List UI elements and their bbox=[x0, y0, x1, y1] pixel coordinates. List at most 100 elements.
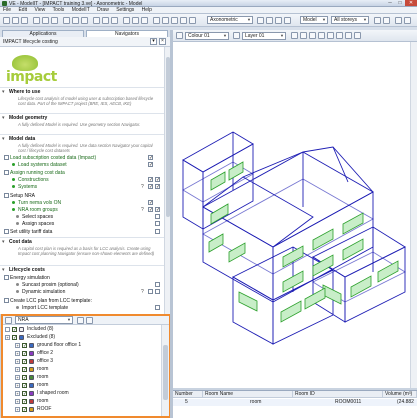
collapse-icon[interactable]: ▾ bbox=[2, 89, 5, 95]
expand-icon[interactable] bbox=[5, 327, 10, 332]
status-checkbox[interactable]: ✓ bbox=[155, 207, 160, 213]
tree-checkbox[interactable]: ✓ bbox=[22, 359, 27, 365]
expand-icon[interactable]: + bbox=[15, 359, 20, 364]
link-load-systems[interactable]: Load systems dataset bbox=[12, 162, 67, 168]
col-number-header[interactable]: Number bbox=[173, 391, 203, 398]
help-icon[interactable]: ? bbox=[141, 207, 144, 213]
up-storey-icon[interactable] bbox=[374, 17, 381, 24]
print-icon[interactable] bbox=[33, 17, 40, 24]
refresh-icon[interactable] bbox=[257, 17, 264, 24]
link-constructions[interactable]: Constructions bbox=[12, 177, 49, 183]
tree-checkbox[interactable]: ✓ bbox=[12, 327, 17, 333]
status-checkbox[interactable]: ✓ bbox=[148, 184, 153, 190]
step-checkbox[interactable] bbox=[4, 298, 9, 303]
redo-icon[interactable] bbox=[51, 17, 58, 24]
nra-tree-scrollbar[interactable] bbox=[161, 325, 169, 416]
view-combo[interactable]: Axonometric ▼ bbox=[207, 16, 253, 24]
tree-row[interactable]: + ✓ office 3 bbox=[3, 358, 159, 365]
save-icon[interactable] bbox=[21, 17, 28, 24]
shade-icon[interactable] bbox=[275, 17, 282, 24]
item-assign-spaces[interactable]: Assign spaces bbox=[16, 221, 54, 227]
ortho-icon[interactable] bbox=[309, 32, 316, 39]
open-icon[interactable] bbox=[12, 17, 19, 24]
component-icon[interactable] bbox=[111, 17, 118, 24]
menu-file[interactable]: File bbox=[0, 7, 14, 14]
render-icon[interactable] bbox=[123, 17, 130, 24]
status-checkbox[interactable]: ✓ bbox=[148, 162, 153, 168]
step-utility-tariff[interactable]: Set utility tariff data bbox=[4, 229, 52, 235]
tree-row[interactable]: + ✓ l shaped room bbox=[3, 390, 159, 397]
storey-icon[interactable] bbox=[102, 17, 109, 24]
status-checkbox[interactable] bbox=[155, 282, 160, 287]
room-icon[interactable] bbox=[93, 17, 100, 24]
expand-icon[interactable]: + bbox=[15, 375, 20, 380]
select-icon[interactable] bbox=[63, 17, 70, 24]
zoom-icon[interactable] bbox=[72, 17, 79, 24]
tree-checkbox[interactable]: ✓ bbox=[22, 351, 27, 357]
status-checkbox[interactable] bbox=[155, 214, 160, 219]
collapse-icon[interactable]: ▾ bbox=[2, 115, 5, 121]
expand-icon[interactable]: + bbox=[15, 399, 20, 404]
step-create-lcc[interactable]: Create LCC plan from LCC template: bbox=[4, 298, 92, 304]
col-volume-header[interactable]: Volume (m³) bbox=[383, 391, 417, 398]
rotate-icon[interactable] bbox=[162, 17, 169, 24]
tree-checkbox[interactable]: ✓ bbox=[22, 391, 27, 397]
item-suncast[interactable]: Suncast prosim (optional) bbox=[16, 282, 79, 288]
close-button[interactable]: ✕ bbox=[405, 0, 417, 6]
step-energy-sim[interactable]: Energy simulation bbox=[4, 275, 50, 281]
axis-icon[interactable] bbox=[153, 17, 160, 24]
hatch-icon[interactable] bbox=[345, 32, 352, 39]
step-checkbox[interactable] bbox=[4, 170, 9, 175]
status-checkbox[interactable] bbox=[155, 221, 160, 226]
item-import-lcc[interactable]: Import LCC template bbox=[16, 305, 68, 311]
link-turn-nra-on[interactable]: Turn nema vols ON bbox=[12, 200, 61, 206]
item-select-spaces[interactable]: Select spaces bbox=[16, 214, 53, 220]
tree-checkbox[interactable]: ✓ bbox=[22, 407, 27, 413]
menu-settings[interactable]: Settings bbox=[113, 7, 137, 14]
expand-icon[interactable]: + bbox=[15, 383, 20, 388]
light-icon[interactable] bbox=[189, 17, 196, 24]
menu-help[interactable]: Help bbox=[139, 7, 155, 14]
expand-icon[interactable]: + bbox=[15, 391, 20, 396]
tab-applications[interactable]: Applications bbox=[2, 30, 84, 37]
pan-icon[interactable] bbox=[81, 17, 88, 24]
tree-row[interactable]: + ✓ room bbox=[3, 382, 159, 389]
status-checkbox[interactable]: ✓ bbox=[155, 184, 160, 190]
dimension-icon[interactable] bbox=[336, 32, 343, 39]
maximize-button[interactable]: □ bbox=[395, 0, 405, 6]
tab-navigators[interactable]: Navigators bbox=[86, 30, 168, 37]
fit-icon[interactable] bbox=[266, 17, 273, 24]
step-checkbox[interactable] bbox=[4, 155, 9, 160]
panel-close-button[interactable]: × bbox=[159, 38, 166, 45]
expand-icon[interactable]: + bbox=[15, 343, 20, 348]
model-combo[interactable]: Model ▼ bbox=[300, 16, 328, 24]
block-icon[interactable] bbox=[354, 32, 361, 39]
down-storey-icon[interactable] bbox=[383, 17, 390, 24]
link-nra-room-groups[interactable]: NRA room groups bbox=[12, 207, 58, 213]
expand-icon[interactable]: + bbox=[15, 367, 20, 372]
status-checkbox[interactable]: ✓ bbox=[148, 155, 153, 161]
delete-group-icon[interactable] bbox=[86, 317, 93, 324]
colour-combo[interactable]: Colour 01 ▼ bbox=[185, 32, 229, 40]
tree-checkbox[interactable]: ✓ bbox=[22, 343, 27, 349]
tree-row[interactable]: + ✓ Excluded (8) bbox=[3, 334, 159, 341]
model-viewport[interactable] bbox=[173, 42, 410, 388]
add-group-icon[interactable] bbox=[77, 317, 84, 324]
tree-checkbox[interactable]: ✓ bbox=[22, 375, 27, 381]
link-systems[interactable]: Systems bbox=[12, 184, 37, 190]
status-checkbox[interactable]: ✓ bbox=[155, 177, 160, 183]
menu-draw[interactable]: Draw bbox=[94, 7, 112, 14]
tree-row[interactable]: + ✓ ROOF bbox=[3, 406, 159, 413]
menu-edit[interactable]: Edit bbox=[15, 7, 30, 14]
settings-icon[interactable] bbox=[395, 17, 402, 24]
expand-icon[interactable]: + bbox=[15, 351, 20, 356]
step-load-subscription[interactable]: Load subscription costed data (Impact) bbox=[4, 155, 96, 161]
tree-row[interactable]: + ✓ room bbox=[3, 398, 159, 405]
tree-checkbox[interactable]: ✓ bbox=[22, 399, 27, 405]
step-checkbox[interactable] bbox=[4, 275, 9, 280]
step-assign-running[interactable]: Assign running cost data bbox=[4, 170, 65, 176]
panel-dropdown-button[interactable]: ▾ bbox=[150, 38, 157, 45]
tree-row[interactable]: + ✓ office 2 bbox=[3, 350, 159, 357]
status-checkbox[interactable]: ✓ bbox=[148, 207, 153, 213]
help-icon[interactable]: ? bbox=[141, 184, 144, 190]
